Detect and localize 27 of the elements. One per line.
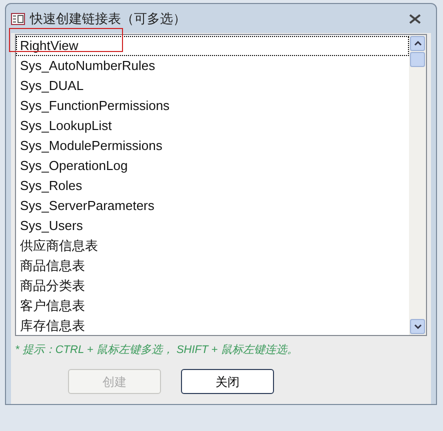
caret-up-icon [414, 41, 422, 46]
close-icon [409, 14, 421, 24]
list-item[interactable]: Sys_ServerParameters [16, 196, 409, 216]
list-item[interactable]: 商品信息表 [16, 256, 409, 276]
list-item[interactable]: Sys_DUAL [16, 76, 409, 96]
form-icon [11, 12, 25, 24]
list-item[interactable]: Sys_Roles [16, 176, 409, 196]
list-item[interactable]: Sys_FunctionPermissions [16, 96, 409, 116]
list-item[interactable]: 库存信息表 [16, 316, 409, 335]
list-item[interactable]: RightView [16, 36, 409, 56]
scroll-down-button[interactable] [410, 319, 425, 334]
list-item[interactable]: 供应商信息表 [16, 236, 409, 256]
list-item[interactable]: Sys_LookupList [16, 116, 409, 136]
list-item[interactable]: Sys_OperationLog [16, 156, 409, 176]
list-item[interactable]: Sys_ModulePermissions [16, 136, 409, 156]
list-item[interactable]: Sys_AutoNumberRules [16, 56, 409, 76]
scrollbar[interactable] [409, 35, 426, 335]
list-item[interactable]: Sys_Users [16, 216, 409, 236]
scroll-up-button[interactable] [410, 36, 425, 51]
dialog-button[interactable]: 关闭 [181, 369, 274, 394]
scroll-thumb[interactable] [410, 52, 425, 67]
list-item[interactable]: 商品分类表 [16, 276, 409, 296]
list-item[interactable]: 客户信息表 [16, 296, 409, 316]
window-title: 快速创建链接表（可多选） [30, 10, 186, 28]
hint-text: * 提示：CTRL + 鼠标左键多选， SHIFT + 鼠标左键连选。 [15, 343, 299, 358]
caret-down-icon [414, 324, 422, 329]
close-button[interactable] [407, 12, 423, 26]
